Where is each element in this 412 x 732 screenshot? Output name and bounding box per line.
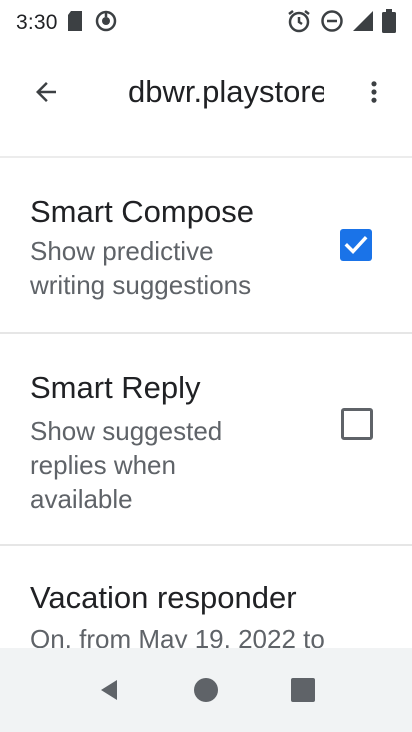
nav-home-icon [193,678,218,702]
settings-list: Smart Compose Show predictive writing su… [0,160,412,648]
nav-recents-icon [291,678,316,702]
smart-reply-setting[interactable]: Smart Reply Show suggested replies when … [0,334,412,546]
nav-home-button[interactable] [176,660,236,720]
status-right-icons [286,8,396,39]
do-not-disturb-icon [320,9,344,38]
nav-back-button[interactable] [79,660,139,720]
smart-compose-checkbox[interactable] [340,229,372,261]
page-title: dbwr.playstore@gmail.com [128,74,324,109]
check-icon [344,236,368,255]
battery-icon [382,8,396,38]
sync-icon [94,9,118,38]
setting-summary: Show suggested replies when available [30,416,223,514]
back-button[interactable] [22,68,70,116]
app-bar: dbwr.playstore@gmail.com [0,46,412,158]
sd-card-icon [67,10,82,36]
setting-title: Smart Reply [30,370,201,405]
status-time: 3:30 [16,11,58,34]
more-options-button[interactable] [350,68,398,116]
status-left-icons [67,9,118,38]
system-nav-bar [0,648,412,732]
setting-summary: Show predictive writing suggestions [30,236,252,300]
nav-back-icon [100,680,117,700]
nav-recents-button[interactable] [273,660,333,720]
status-bar: 3:30 [0,0,412,46]
smart-compose-setting[interactable]: Smart Compose Show predictive writing su… [0,160,412,334]
arrow-back-icon [36,82,56,102]
signal-icon [352,10,374,37]
alarm-icon [286,8,312,39]
setting-title: Vacation responder [30,580,297,615]
setting-summary: On, from May 19, 2022 to [30,624,325,648]
more-vert-icon [371,81,377,103]
smart-reply-checkbox[interactable] [341,408,373,440]
vacation-responder-setting[interactable]: Vacation responder On, from May 19, 2022… [0,546,412,648]
setting-title: Smart Compose [30,194,254,229]
